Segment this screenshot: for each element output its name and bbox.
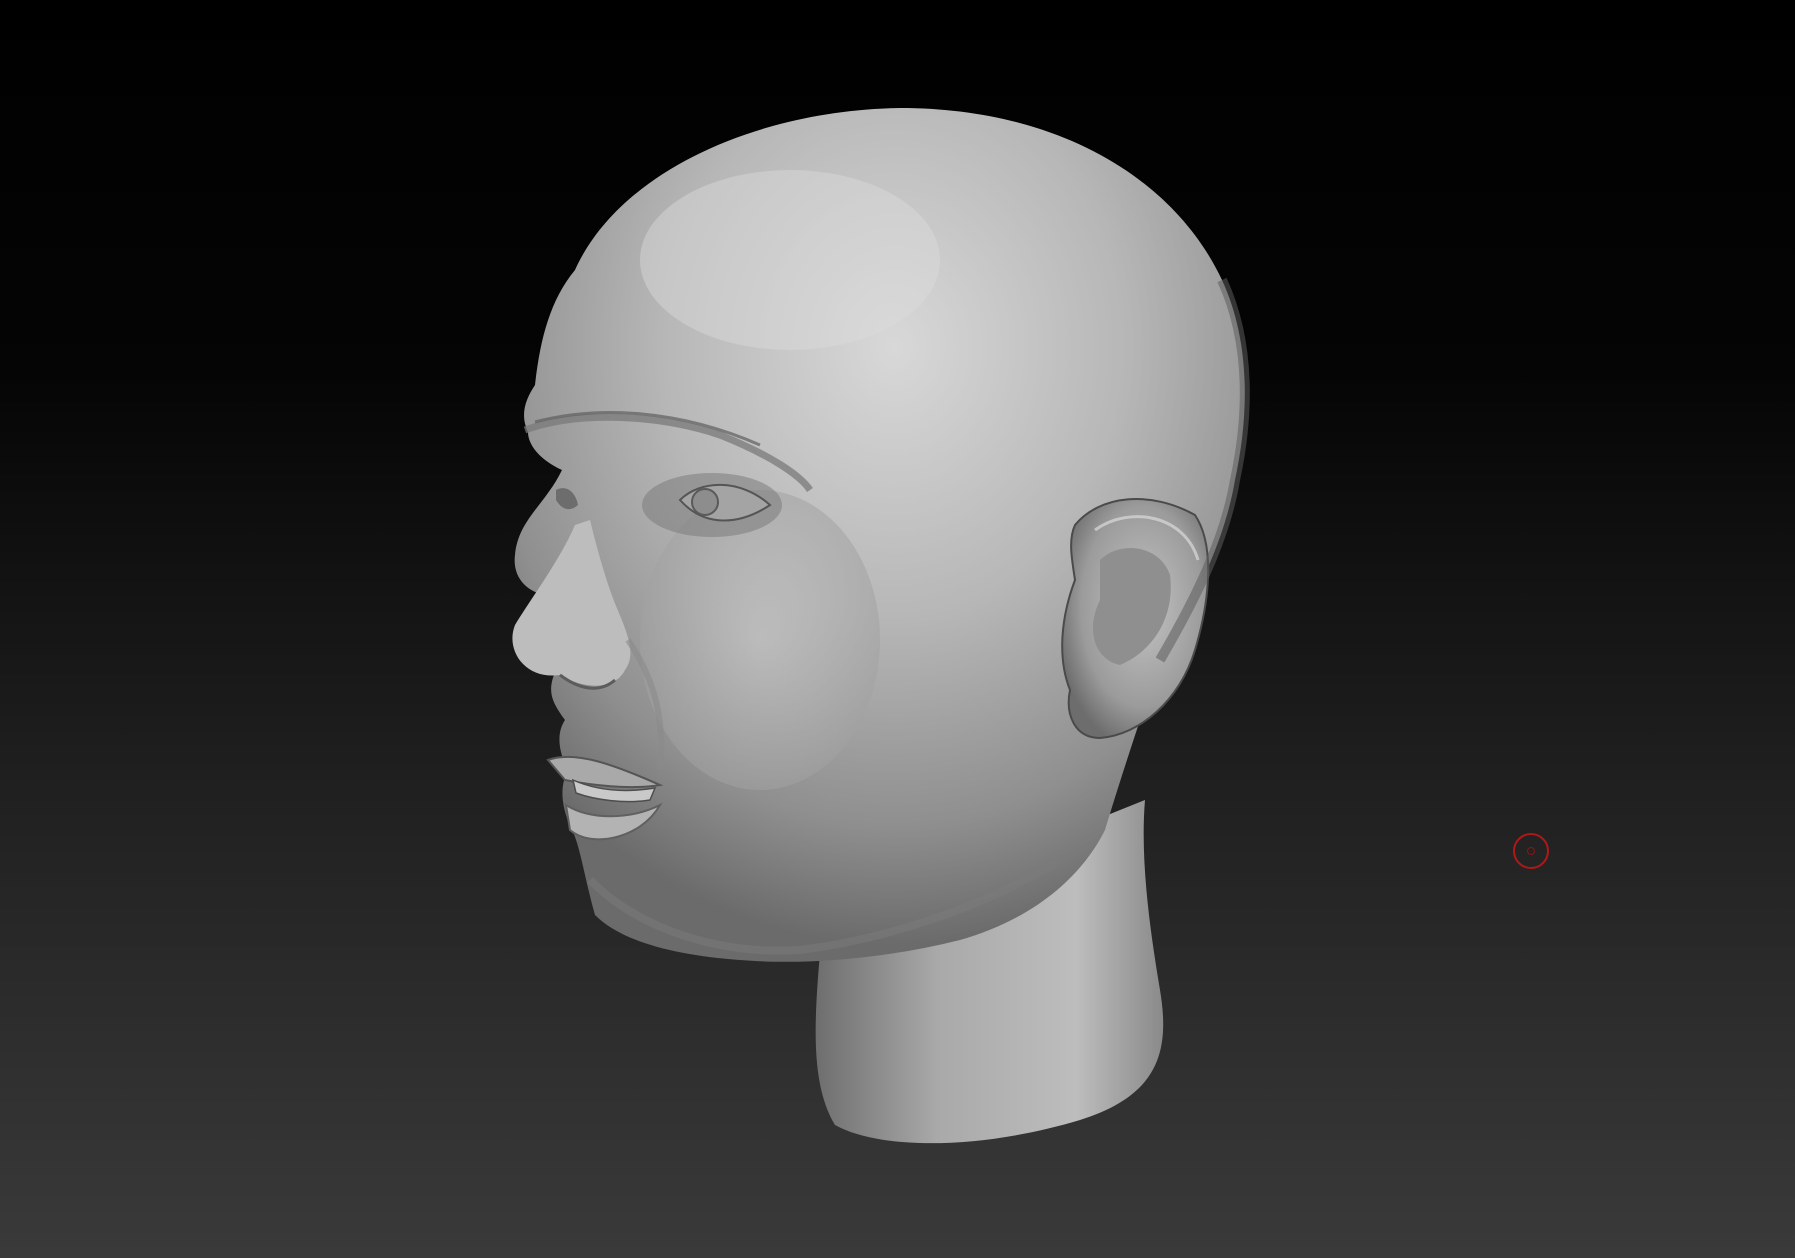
cheek-highlight bbox=[640, 490, 880, 790]
forehead-highlight bbox=[640, 170, 940, 350]
brush-circle-icon bbox=[1513, 833, 1549, 869]
sculpted-head-model[interactable] bbox=[0, 0, 1795, 1258]
brush-center-dot bbox=[1527, 847, 1535, 855]
eye-iris bbox=[691, 488, 719, 516]
sculpt-viewport[interactable] bbox=[0, 0, 1795, 1258]
